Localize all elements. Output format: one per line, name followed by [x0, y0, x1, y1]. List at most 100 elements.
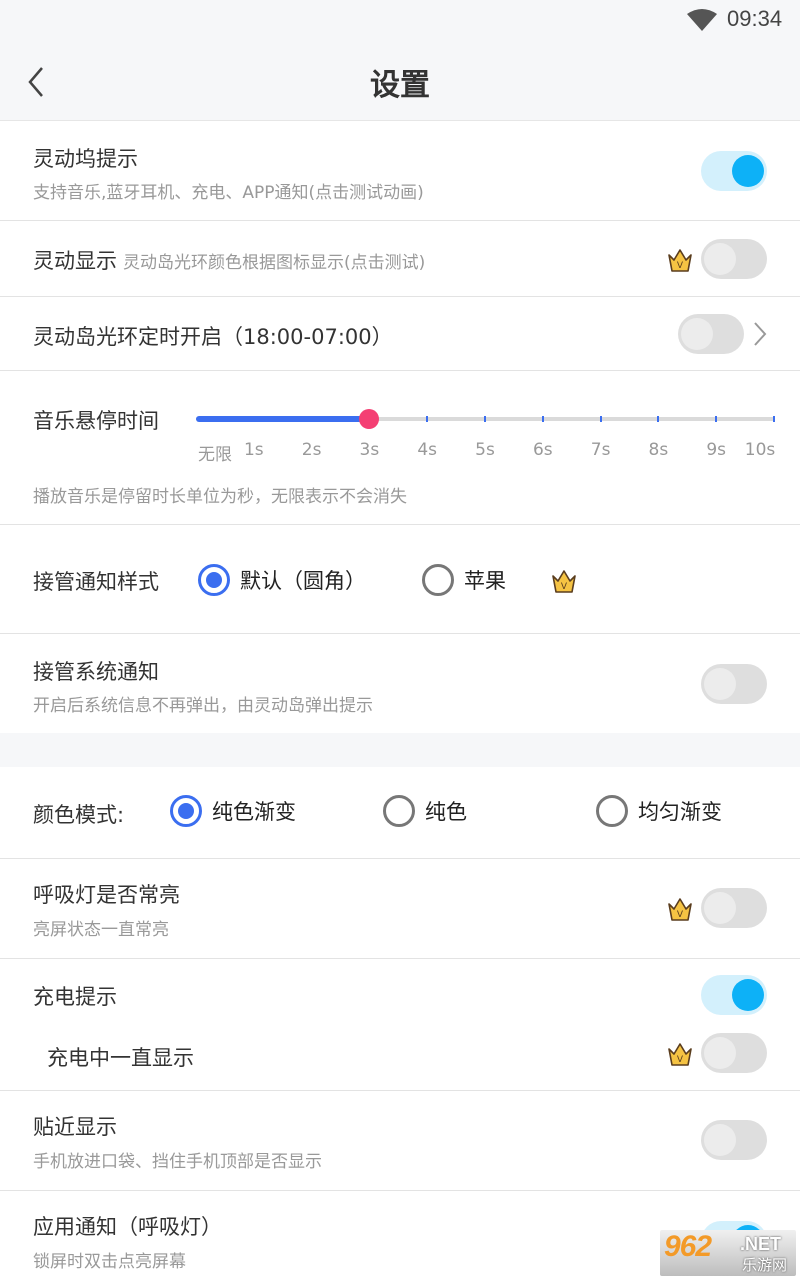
slider-tick-label: 2s [301, 440, 322, 460]
radio-circle [383, 795, 415, 827]
toggle-knob [732, 979, 764, 1011]
radio-circle [170, 795, 202, 827]
music-hover-slider[interactable] [196, 407, 775, 431]
setting-proximity-display[interactable]: 贴近显示 手机放进口袋、挡住手机顶部是否显示 [0, 1091, 800, 1191]
slider-tick [484, 416, 486, 422]
setting-color-mode: 颜色模式: 纯色渐变 纯色 均匀渐变 [0, 767, 800, 859]
setting-notification-style: 接管通知样式 默认（圆角） 苹果 V [0, 525, 800, 634]
slider-tick-label: 无限 [198, 445, 232, 465]
setting-description: 手机放进口袋、挡住手机顶部是否显示 [33, 1152, 322, 1172]
radio-label: 苹果 [464, 569, 506, 593]
slider-tick [773, 416, 775, 422]
slider-tick-label: 8s [648, 440, 669, 460]
setting-label: 音乐悬停时间 [33, 409, 159, 433]
svg-text:V: V [677, 910, 684, 920]
setting-dynamic-display[interactable]: 灵动显示 灵动岛光环颜色根据图标显示(点击测试) V [0, 221, 800, 297]
setting-system-notification[interactable]: 接管系统通知 开启后系统信息不再弹出，由灵动岛弹出提示 [0, 634, 800, 734]
slider-tick-labels: 无限 1s 2s 3s 4s 5s 6s 7s 8s 9s 10s [196, 440, 776, 465]
vip-crown-icon: V [552, 570, 576, 593]
status-bar: 09:34 [0, 0, 800, 42]
page-title: 设置 [370, 68, 430, 103]
setting-description: 灵动岛光环颜色根据图标显示(点击测试) [123, 253, 426, 273]
chevron-right-icon[interactable] [752, 320, 768, 348]
setting-description: 锁屏时双击点亮屏幕 [33, 1252, 186, 1272]
slider-thumb[interactable] [359, 409, 380, 429]
slider-tick [657, 416, 660, 422]
wifi-icon [687, 9, 717, 31]
svg-text:V: V [677, 1055, 684, 1065]
slider-tick [541, 416, 544, 422]
slider-tick-label: 3s [359, 440, 380, 460]
setting-ring-schedule[interactable]: 灵动岛光环定时开启（18:00-07:00） [0, 297, 800, 371]
proximity-display-toggle[interactable] [701, 1120, 767, 1160]
settings-group-notifications: 灵动坞提示 支持音乐,蓝牙耳机、充电、APP通知(点击测试动画) 灵动显示 灵动岛… [0, 120, 800, 733]
vip-crown-icon: V [668, 898, 692, 921]
dock-hint-toggle[interactable] [701, 151, 767, 191]
setting-description: 支持音乐,蓝牙耳机、充电、APP通知(点击测试动画) [33, 183, 424, 203]
slider-tick-label: 10s [744, 440, 776, 460]
setting-music-hover: 音乐悬停时间 无限 1s 2s 3s 4s 5s 6s 7s 8s 9s 10s 播放音乐是停留时长… [0, 371, 800, 525]
setting-label: 呼吸灯是否常亮 [33, 883, 180, 907]
slider-tick-label: 6s [532, 440, 553, 460]
svg-text:V: V [677, 261, 684, 271]
slider-tick-label: 9s [706, 440, 727, 460]
setting-label: 颜色模式: [33, 803, 125, 827]
toggle-knob [704, 892, 736, 924]
setting-label-charging-always-show: 充电中一直显示 [47, 1046, 194, 1070]
setting-label-text: 灵动显示 [33, 249, 117, 273]
radio-color-gradient[interactable]: 纯色渐变 [170, 795, 296, 827]
radio-circle [422, 564, 454, 596]
slider-tick [599, 416, 602, 422]
svg-text:V: V [561, 582, 568, 592]
slider-tick-label: 5s [475, 440, 495, 460]
status-time: 09:34 [727, 6, 783, 31]
toggle-knob [704, 243, 736, 275]
watermark-logo: 962 .NET 乐游网 [660, 1230, 796, 1276]
setting-label: 灵动岛光环定时开启（18:00-07:00） [33, 325, 393, 349]
setting-label-charging-hint: 充电提示 [33, 985, 117, 1009]
ring-schedule-toggle[interactable] [678, 314, 744, 354]
setting-description: 亮屏状态一直常亮 [33, 920, 169, 940]
setting-breathing-always-on[interactable]: 呼吸灯是否常亮 亮屏状态一直常亮 V [0, 859, 800, 959]
radio-label: 默认（圆角） [240, 569, 366, 593]
vip-crown-icon: V [668, 249, 692, 272]
radio-color-uniform-gradient[interactable]: 均匀渐变 [596, 795, 722, 827]
watermark-name: 乐游网 [742, 1256, 788, 1274]
setting-label: 灵动显示 灵动岛光环颜色根据图标显示(点击测试) [33, 245, 425, 275]
radio-label: 纯色渐变 [212, 800, 296, 824]
system-notification-toggle[interactable] [701, 664, 767, 704]
radio-style-apple[interactable]: 苹果 [422, 564, 506, 596]
vip-crown-icon: V [668, 1043, 692, 1066]
settings-group-display: 颜色模式: 纯色渐变 纯色 均匀渐变 呼吸灯是否常亮 亮屏状态一直常亮 V 充电… [0, 767, 800, 1280]
setting-description: 开启后系统信息不再弹出，由灵动岛弹出提示 [33, 696, 373, 716]
slider-tick-label: 1s [243, 440, 264, 460]
toggle-knob [681, 318, 713, 350]
radio-style-default[interactable]: 默认（圆角） [198, 564, 366, 596]
watermark-suffix: .NET [740, 1234, 782, 1254]
setting-label: 接管系统通知 [33, 660, 159, 684]
watermark-number: 962 [664, 1230, 712, 1263]
slider-fill [196, 416, 370, 422]
setting-description: 播放音乐是停留时长单位为秒，无限表示不会消失 [33, 487, 407, 507]
radio-circle [596, 795, 628, 827]
charging-hint-toggle[interactable] [701, 975, 767, 1015]
radio-circle [198, 564, 230, 596]
toggle-knob [704, 668, 736, 700]
toggle-knob [704, 1124, 736, 1156]
setting-dock-hint[interactable]: 灵动坞提示 支持音乐,蓝牙耳机、充电、APP通知(点击测试动画) [0, 121, 800, 221]
radio-color-solid[interactable]: 纯色 [383, 795, 467, 827]
setting-charging-group: 充电提示 充电中一直显示 V [0, 959, 800, 1091]
setting-label: 灵动坞提示 [33, 147, 138, 171]
breathing-always-on-toggle[interactable] [701, 888, 767, 928]
radio-label: 均匀渐变 [638, 800, 722, 824]
dynamic-display-toggle[interactable] [701, 239, 767, 279]
app-bar: 设置 [0, 42, 800, 120]
toggle-knob [704, 1037, 736, 1069]
slider-tick [715, 416, 718, 422]
slider-tick-label: 4s [417, 440, 438, 460]
setting-label: 接管通知样式 [33, 570, 159, 594]
charging-always-show-toggle[interactable] [701, 1033, 767, 1073]
slider-tick-label: 7s [590, 440, 611, 460]
slider-tick [426, 416, 429, 422]
radio-label: 纯色 [425, 800, 467, 824]
